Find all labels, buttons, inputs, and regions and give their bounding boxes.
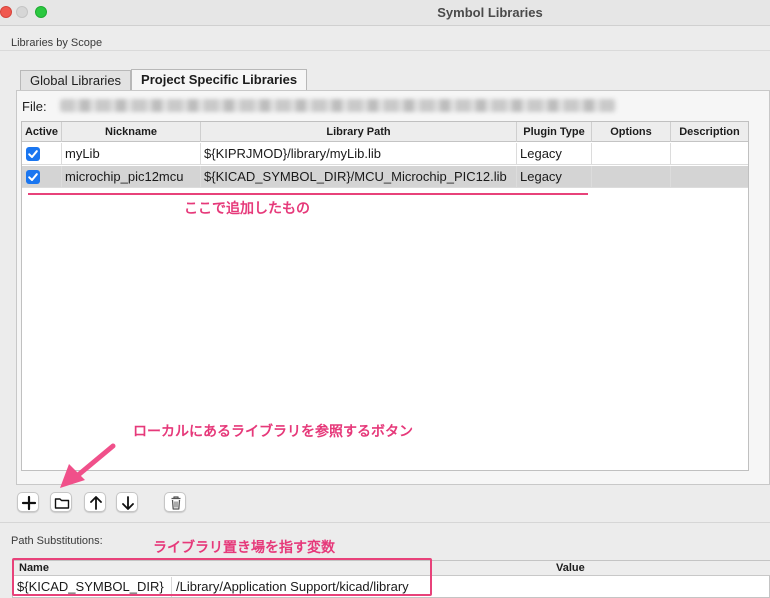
options-cell[interactable] bbox=[592, 166, 671, 188]
arrow-up-icon bbox=[90, 496, 102, 510]
column-header-nickname[interactable]: Nickname bbox=[62, 122, 201, 142]
library-path-cell[interactable]: ${KIPRJMOD}/library/myLib.lib bbox=[201, 143, 517, 165]
column-header-value: Value bbox=[556, 562, 585, 574]
add-library-button[interactable] bbox=[17, 492, 39, 512]
arrow-down-icon bbox=[122, 496, 134, 510]
trash-icon bbox=[171, 496, 181, 510]
folder-icon bbox=[54, 498, 70, 509]
path-substitutions-label: Path Substitutions: bbox=[11, 535, 103, 547]
options-cell[interactable] bbox=[592, 143, 671, 165]
library-table: Active Nickname Library Path Plugin Type… bbox=[21, 121, 749, 471]
column-header-library-path[interactable]: Library Path bbox=[201, 122, 517, 142]
scope-tabs: Global Libraries Project Specific Librar… bbox=[20, 69, 308, 91]
check-icon bbox=[28, 173, 38, 181]
plugin-type-cell[interactable]: Legacy bbox=[517, 166, 592, 188]
column-header-options[interactable]: Options bbox=[592, 122, 671, 142]
title-bar: Symbol Libraries bbox=[0, 0, 770, 26]
delete-library-button[interactable] bbox=[164, 492, 186, 512]
check-icon bbox=[28, 150, 38, 158]
nickname-cell[interactable]: myLib bbox=[62, 143, 201, 165]
table-row-selected[interactable]: microchip_pic12mcu ${KICAD_SYMBOL_DIR}/M… bbox=[22, 166, 748, 188]
file-path-redacted bbox=[60, 99, 616, 112]
column-header-active[interactable]: Active bbox=[22, 122, 62, 142]
description-cell[interactable] bbox=[671, 143, 748, 165]
column-header-description[interactable]: Description bbox=[671, 122, 748, 142]
plus-icon bbox=[21, 495, 37, 511]
move-down-button[interactable] bbox=[116, 492, 138, 512]
plugin-type-cell[interactable]: Legacy bbox=[517, 143, 592, 165]
library-path-cell[interactable]: ${KICAD_SYMBOL_DIR}/MCU_Microchip_PIC12.… bbox=[201, 166, 517, 188]
tab-global-libraries[interactable]: Global Libraries bbox=[20, 70, 132, 91]
nickname-cell[interactable]: microchip_pic12mcu bbox=[62, 166, 201, 188]
column-header-plugin-type[interactable]: Plugin Type bbox=[517, 122, 592, 142]
section-divider bbox=[0, 522, 770, 523]
move-up-button[interactable] bbox=[84, 492, 106, 512]
annotation-added-text: ここで追加したもの bbox=[184, 201, 310, 217]
active-checkbox[interactable] bbox=[26, 170, 40, 184]
annotation-highlight-box bbox=[12, 558, 432, 596]
annotation-pathvar-text: ライブラリ置き場を指す変数 bbox=[153, 540, 335, 556]
annotation-underline bbox=[28, 193, 588, 195]
annotation-arrow-icon bbox=[60, 443, 116, 488]
browse-library-button[interactable] bbox=[50, 492, 72, 512]
active-cell bbox=[22, 143, 62, 165]
file-label: File: bbox=[22, 99, 47, 114]
tab-project-specific-libraries[interactable]: Project Specific Libraries bbox=[131, 69, 308, 91]
library-table-header: Active Nickname Library Path Plugin Type… bbox=[22, 122, 748, 142]
window-title: Symbol Libraries bbox=[437, 5, 543, 20]
active-checkbox[interactable] bbox=[26, 147, 40, 161]
description-cell[interactable] bbox=[671, 166, 748, 188]
annotation-browse-text: ローカルにあるライブラリを参照するボタン bbox=[133, 424, 413, 440]
libraries-by-scope-label: Libraries by Scope bbox=[11, 37, 103, 49]
active-cell bbox=[22, 166, 62, 188]
table-row[interactable]: myLib ${KIPRJMOD}/library/myLib.lib Lega… bbox=[22, 143, 748, 165]
